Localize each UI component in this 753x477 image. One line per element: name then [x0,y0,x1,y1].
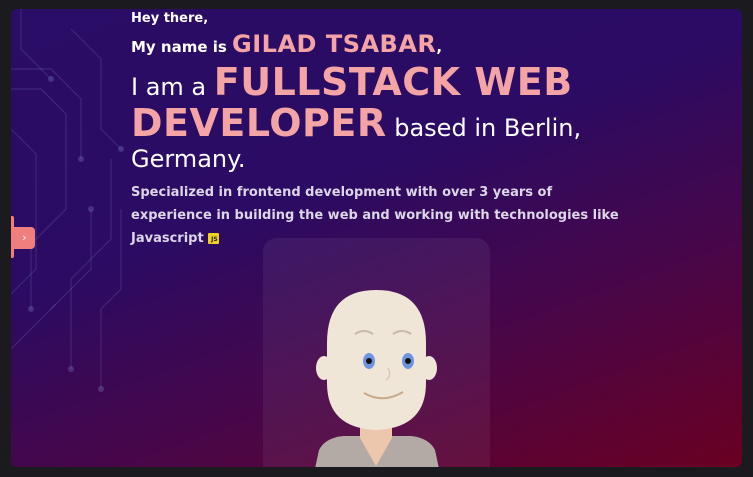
javascript-icon: JS [207,233,219,244]
role-prefix: I am a [131,73,214,101]
name-prefix: My name is [131,38,233,56]
hero-section: Hey there, My name is GILAD TSABAR, I am… [131,11,691,250]
role-line: I am a FULLSTACK WEB DEVELOPER based in … [131,62,691,175]
name-suffix: , [436,38,443,56]
avatar-card [263,238,490,467]
avatar-illustration [315,290,439,467]
name-line: My name is GILAD TSABAR, [131,29,691,62]
greeting-text: Hey there, [131,11,209,26]
developer-name: GILAD TSABAR [232,30,437,58]
description-text: Specialized in frontend development with… [131,185,619,246]
sidebar-toggle-button[interactable]: › [11,227,35,249]
app-window: › Hey there, My name is GILAD TSABAR, I … [11,9,742,467]
chevron-right-icon: › [22,231,27,244]
